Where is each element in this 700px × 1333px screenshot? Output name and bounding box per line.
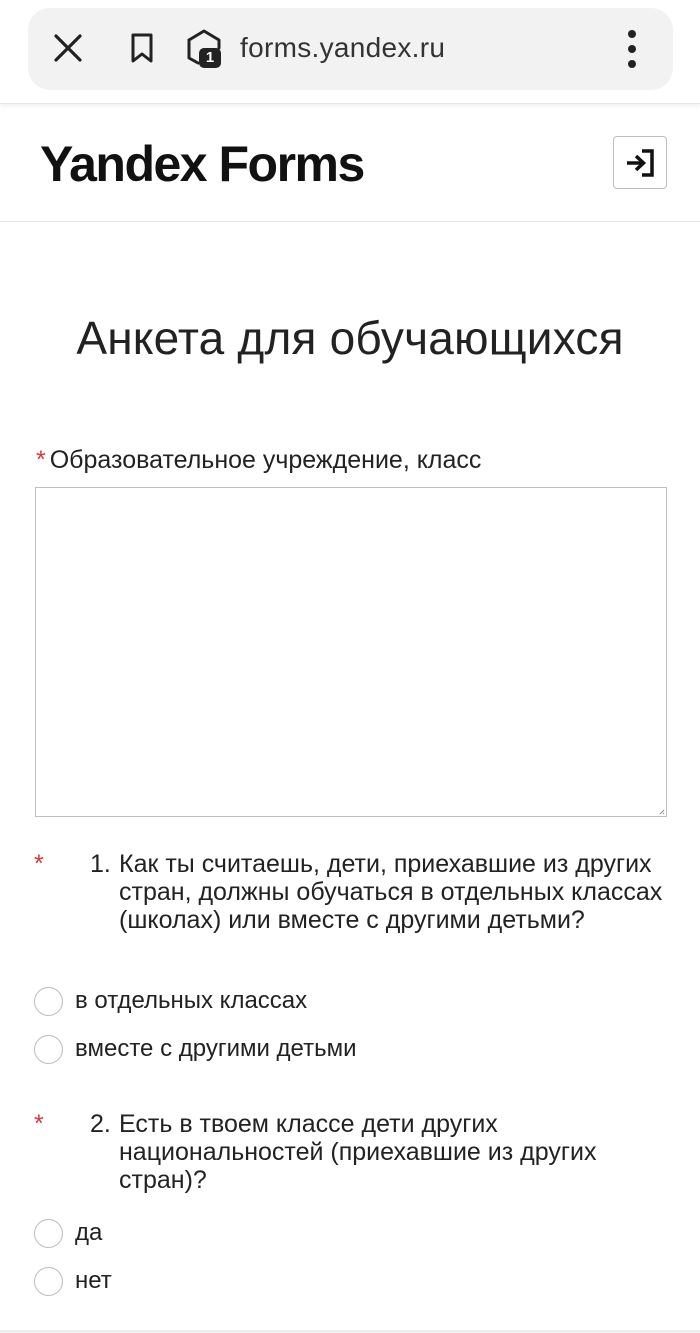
close-icon [54,34,82,62]
bookmark-icon [131,33,153,63]
question-2: * 2. Есть в твоем классе дети других нац… [0,1110,700,1200]
tab-switcher-button[interactable]: 1 [184,26,228,72]
browser-toolbar: 1 forms.yandex.ru [0,0,700,104]
radio-button[interactable] [34,1266,63,1296]
option-label[interactable]: в отдельных классах [75,986,307,1016]
school-field-label-text: Образовательное учреждение, класс [49,446,482,474]
browser-menu-button[interactable] [612,26,652,72]
option-no[interactable]: нет [34,1266,112,1296]
option-yes[interactable]: да [34,1218,102,1248]
more-vertical-icon [628,30,636,68]
option-label[interactable]: нет [75,1266,112,1296]
school-field-label: * Образовательное учреждение, класс [36,443,481,477]
form-title: Анкета для обучающихся [76,312,624,364]
tab-count-badge: 1 [199,48,221,68]
question-1: * 1. Как ты считаешь, дети, приехавшие и… [0,850,700,965]
school-class-textarea[interactable] [35,487,667,817]
close-tab-button[interactable] [48,28,88,68]
required-marker: * [34,850,44,878]
required-marker: * [34,1110,44,1138]
radio-button[interactable] [34,1034,63,1064]
login-button[interactable] [613,136,667,189]
option-together[interactable]: вместе с другими детьми [34,1034,357,1064]
yandex-forms-logo[interactable]: Yandex Forms [40,134,365,194]
radio-button[interactable] [34,1218,63,1248]
option-label[interactable]: да [75,1218,102,1248]
url-text[interactable]: forms.yandex.ru [240,30,445,66]
question-text: Как ты считаешь, дети, приехавшие из дру… [119,850,663,934]
question-number: 1. [90,850,111,878]
app-header: Yandex Forms [0,104,700,222]
option-separate-classes[interactable]: в отдельных классах [34,986,307,1016]
login-icon [627,148,654,177]
bookmark-button[interactable] [122,28,162,68]
option-label[interactable]: вместе с другими детьми [75,1034,357,1064]
question-number: 2. [90,1110,111,1138]
radio-button[interactable] [34,986,63,1016]
resize-grip-icon[interactable] [659,809,665,815]
required-marker: * [36,446,46,474]
question-text: Есть в твоем классе дети других национал… [119,1110,597,1194]
